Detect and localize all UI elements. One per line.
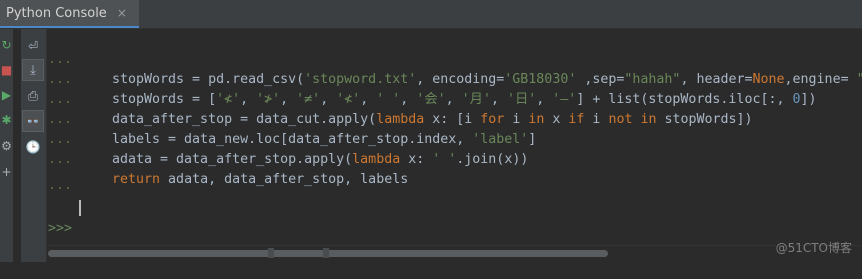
code-text: stopWords = ['≮', '≯', '≠', '≮', ' ', '会…	[112, 92, 817, 107]
console-line: ... adata = data_after_stop.apply(lambda…	[48, 110, 528, 167]
console-line: ... return adata, data_after_stop, label…	[48, 130, 408, 187]
horizontal-scrollbar[interactable]	[48, 245, 862, 263]
tab-bar: Python Console ×	[0, 0, 862, 29]
code-text: labels = data_new.loc[data_after_stop.in…	[112, 132, 537, 147]
scrollbar-marker	[323, 248, 329, 258]
text-cursor	[79, 200, 81, 216]
console-output[interactable]: ... stopWords = pd.read_csv('stopword.tx…	[48, 29, 862, 245]
console-toolbar: ⏎ ⤓ ⎙ 👓 🕒	[21, 29, 47, 262]
close-icon[interactable]: ×	[117, 6, 127, 20]
show-variables-icon[interactable]: 👓	[22, 110, 44, 132]
debug-icon[interactable]: ✱	[0, 113, 13, 127]
soft-wrap-icon[interactable]: ⏎	[22, 35, 44, 57]
tab-title: Python Console	[6, 5, 107, 21]
code-text: data_after_stop = data_cut.apply(lambda …	[112, 112, 753, 127]
history-icon[interactable]: 🕒	[22, 136, 44, 158]
settings-icon[interactable]: ⚙	[0, 139, 13, 153]
code-text: stopWords = pd.read_csv('stopword.txt', …	[112, 72, 862, 87]
scroll-to-end-icon[interactable]: ⤓	[22, 59, 44, 81]
input-prompt: >>>	[48, 221, 73, 236]
scrollbar-marker	[268, 248, 274, 258]
code-text: adata = data_after_stop.apply(lambda x: …	[112, 152, 529, 167]
add-icon[interactable]: +	[0, 165, 13, 179]
side-action-stripe: ↻ ■ ▶ ✱ ⚙ +	[0, 29, 13, 262]
console-line: ...	[48, 156, 80, 193]
console-line: ... stopWords = ['≮', '≯', '≠', '≮', ' '…	[48, 50, 817, 107]
print-icon[interactable]: ⎙	[22, 85, 44, 107]
input-line[interactable]: >>>	[48, 199, 248, 236]
rerun-icon[interactable]: ↻	[0, 38, 13, 52]
run-icon[interactable]: ▶	[0, 88, 13, 102]
console-line: ... stopWords = pd.read_csv('stopword.tx…	[48, 30, 862, 87]
continuation-prompt: ...	[48, 178, 73, 193]
tab-python-console[interactable]: Python Console ×	[0, 0, 139, 28]
watermark: @51CTO博客	[775, 241, 852, 255]
code-text: return adata, data_after_stop, labels	[112, 172, 409, 187]
console-line: ... data_after_stop = data_cut.apply(lam…	[48, 70, 753, 127]
stop-icon[interactable]: ■	[0, 63, 13, 77]
console-line: ... labels = data_new.loc[data_after_sto…	[48, 90, 536, 147]
